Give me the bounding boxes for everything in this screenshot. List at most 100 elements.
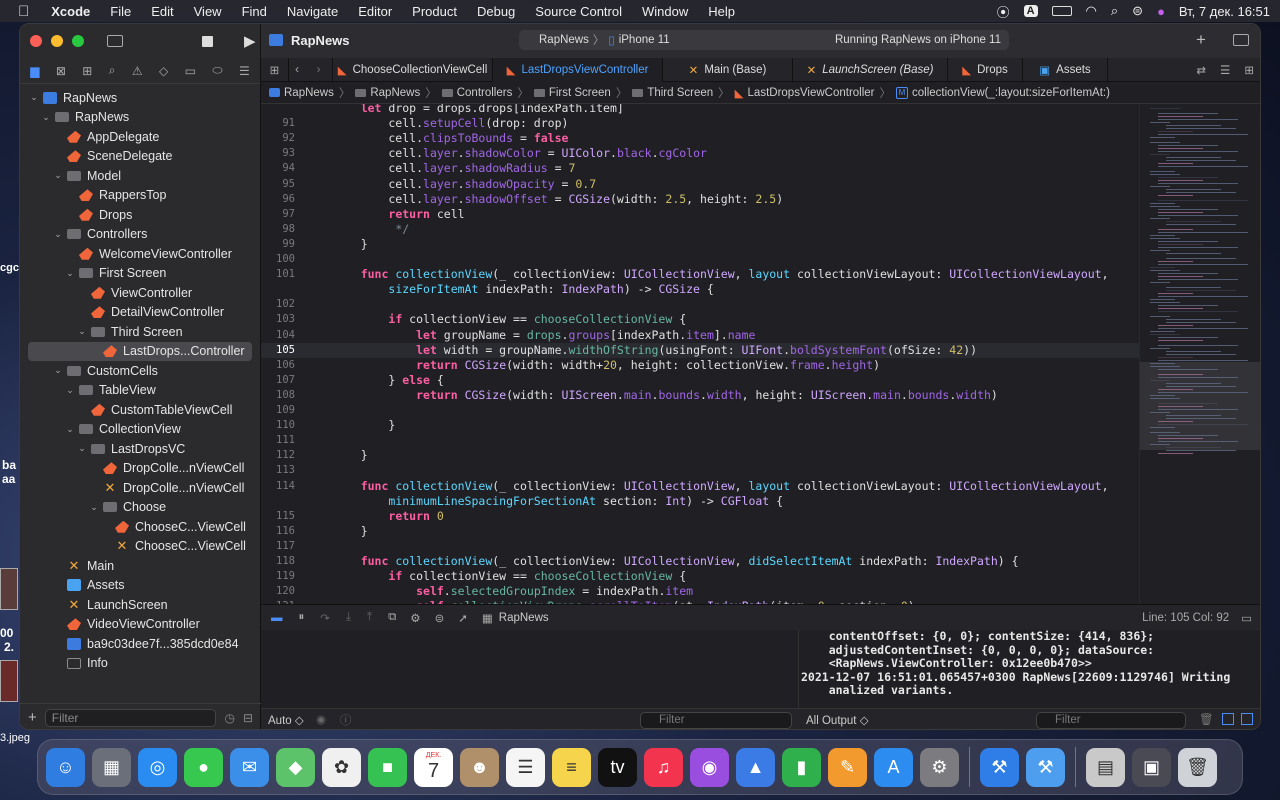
- editor-tab[interactable]: ◣ LastDropsViewController: [493, 58, 663, 82]
- jump-bar-item[interactable]: RapNews: [370, 87, 420, 99]
- source-editor[interactable]: let drop = drops.drops[indexPath.item] 91…: [261, 104, 1139, 604]
- menu-editor[interactable]: Editor: [348, 4, 402, 19]
- siri-icon[interactable]: ●: [1157, 4, 1165, 19]
- apple-icon[interactable]: : [0, 3, 41, 20]
- dock-xcode-beta-icon[interactable]: ⚒: [1026, 747, 1065, 787]
- environment-overrides-icon[interactable]: ⊜: [435, 611, 445, 625]
- chevron-down-icon[interactable]: ⌄: [28, 92, 40, 103]
- line-number[interactable]: 100: [261, 253, 295, 265]
- wifi-icon[interactable]: ◠: [1086, 3, 1097, 19]
- jump-bar-item[interactable]: Controllers: [457, 87, 513, 99]
- dock-launchpad-icon[interactable]: ▦: [92, 747, 131, 787]
- menu-product[interactable]: Product: [402, 4, 467, 19]
- debug-target[interactable]: RapNews: [499, 612, 549, 624]
- code-line[interactable]: let groupName = drops.groups[indexPath.i…: [333, 328, 755, 342]
- navigator-item[interactable]: ⌄ CollectionView: [20, 420, 260, 440]
- inspector-toggle-icon[interactable]: [1233, 34, 1249, 46]
- chevron-down-icon[interactable]: ⌄: [52, 365, 64, 376]
- chevron-down-icon[interactable]: ⌄: [88, 502, 100, 513]
- code-line[interactable]: let drop = drops.drops[indexPath.item]: [333, 104, 624, 115]
- simulate-location-icon[interactable]: ➚: [458, 611, 468, 625]
- test-navigator-icon[interactable]: ◇: [159, 64, 168, 78]
- dock-system-preferences-icon[interactable]: ⚙: [920, 747, 959, 787]
- navigator-item[interactable]: VideoViewController: [20, 615, 260, 635]
- menu-window[interactable]: Window: [632, 4, 698, 19]
- dock-screenshot-stack-icon[interactable]: ▣: [1132, 747, 1171, 787]
- jump-bar-item[interactable]: RapNews: [284, 87, 334, 99]
- dock-safari-icon[interactable]: ◎: [138, 747, 177, 787]
- memory-graph-icon[interactable]: ⚙: [410, 611, 420, 625]
- code-line[interactable]: }: [333, 524, 368, 538]
- code-line[interactable]: func collectionView(_ collectionView: UI…: [333, 479, 1109, 493]
- info-icon[interactable]: ⓘ: [340, 712, 352, 728]
- tab-grid-icon[interactable]: ⊞: [261, 58, 289, 82]
- code-line[interactable]: return CGSize(width: width+20, height: c…: [333, 358, 880, 372]
- dock-contacts-icon[interactable]: ☻: [460, 747, 499, 787]
- line-number[interactable]: 98: [261, 223, 295, 235]
- add-icon[interactable]: +: [1196, 30, 1206, 50]
- line-number[interactable]: 99: [261, 238, 295, 250]
- dock-mail-icon[interactable]: ✉: [230, 747, 269, 787]
- dock-trash-icon[interactable]: 🗑: [1178, 747, 1217, 787]
- navigator-item[interactable]: ⌄ LastDropsVC: [20, 439, 260, 459]
- navigator-item[interactable]: ✕ Main: [20, 556, 260, 576]
- console-output[interactable]: contentOffset: {0, 0}; contentSize: {414…: [799, 630, 1260, 708]
- navigator-item[interactable]: ✕ DropColle...nViewCell: [20, 478, 260, 498]
- menu-file[interactable]: File: [100, 4, 141, 19]
- source-control-filter-icon[interactable]: ⊟: [243, 711, 253, 725]
- chevron-down-icon[interactable]: ⌄: [64, 424, 76, 435]
- add-icon[interactable]: +: [28, 709, 37, 726]
- step-over-icon[interactable]: ↷: [320, 611, 330, 625]
- debug-navigator-icon[interactable]: ▭: [185, 64, 196, 78]
- navigator-item[interactable]: Assets: [20, 576, 260, 596]
- dock-keynote-icon[interactable]: ▲: [736, 747, 775, 787]
- navigator-item[interactable]: RappersTop: [20, 186, 260, 206]
- line-number[interactable]: 93: [261, 147, 295, 159]
- navigator-item[interactable]: LastDrops...Controller: [28, 341, 252, 361]
- minimap[interactable]: [1139, 104, 1260, 604]
- minimize-button[interactable]: [51, 35, 63, 47]
- code-line[interactable]: cell.layer.shadowColor = UIColor.black.c…: [333, 146, 707, 160]
- navigator-item[interactable]: ⌄ TableView: [20, 381, 260, 401]
- output-mode-selector[interactable]: All Output ◇: [806, 713, 869, 727]
- menu-find[interactable]: Find: [232, 4, 277, 19]
- navigator-item[interactable]: Info: [20, 654, 260, 674]
- line-number[interactable]: 94: [261, 162, 295, 174]
- code-line[interactable]: return CGSize(width: UIScreen.main.bound…: [333, 388, 998, 402]
- code-line[interactable]: }: [333, 237, 368, 251]
- sync-icon[interactable]: ⇄: [1196, 63, 1206, 77]
- editor-tab[interactable]: ◣ ChooseCollectionViewCell: [333, 58, 493, 82]
- dock-reminders-icon[interactable]: ☰: [506, 747, 545, 787]
- chevron-down-icon[interactable]: ⌄: [64, 385, 76, 396]
- navigator-item[interactable]: DropColle...nViewCell: [20, 459, 260, 479]
- line-number[interactable]: 111: [261, 434, 295, 446]
- code-line[interactable]: return cell: [333, 207, 464, 221]
- dock-facetime-icon[interactable]: ■: [368, 747, 407, 787]
- trash-icon[interactable]: 🗑: [1199, 712, 1214, 726]
- variables-mode-selector[interactable]: Auto ◇: [268, 713, 304, 727]
- line-number[interactable]: 119: [261, 570, 295, 582]
- line-number[interactable]: 97: [261, 208, 295, 220]
- navigator-item[interactable]: SceneDelegate: [20, 147, 260, 167]
- line-number[interactable]: 110: [261, 419, 295, 431]
- code-line[interactable]: */: [333, 222, 409, 236]
- issue-navigator-icon[interactable]: ⚠: [132, 64, 143, 78]
- code-line[interactable]: sizeForItemAt indexPath: IndexPath) -> C…: [333, 282, 713, 296]
- navigator-item[interactable]: ⌄ RapNews: [20, 88, 260, 108]
- dock-maps-icon[interactable]: ◆: [276, 747, 315, 787]
- dock-podcasts-icon[interactable]: ◉: [690, 747, 729, 787]
- variables-filter-input[interactable]: Filter: [640, 712, 792, 729]
- line-number[interactable]: 108: [261, 389, 295, 401]
- jump-bar-item[interactable]: LastDropsViewController: [748, 87, 875, 99]
- line-number[interactable]: 103: [261, 313, 295, 325]
- line-number[interactable]: 112: [261, 449, 295, 461]
- dock-xcode-icon[interactable]: ⚒: [980, 747, 1019, 787]
- search-icon[interactable]: ⌕: [1111, 3, 1118, 19]
- line-number[interactable]: 117: [261, 540, 295, 552]
- back-icon[interactable]: ‹: [289, 58, 305, 82]
- menu-edit[interactable]: Edit: [141, 4, 183, 19]
- line-number[interactable]: 104: [261, 329, 295, 341]
- line-number[interactable]: 101: [261, 268, 295, 280]
- line-number[interactable]: 118: [261, 555, 295, 567]
- forward-icon[interactable]: ›: [305, 58, 333, 82]
